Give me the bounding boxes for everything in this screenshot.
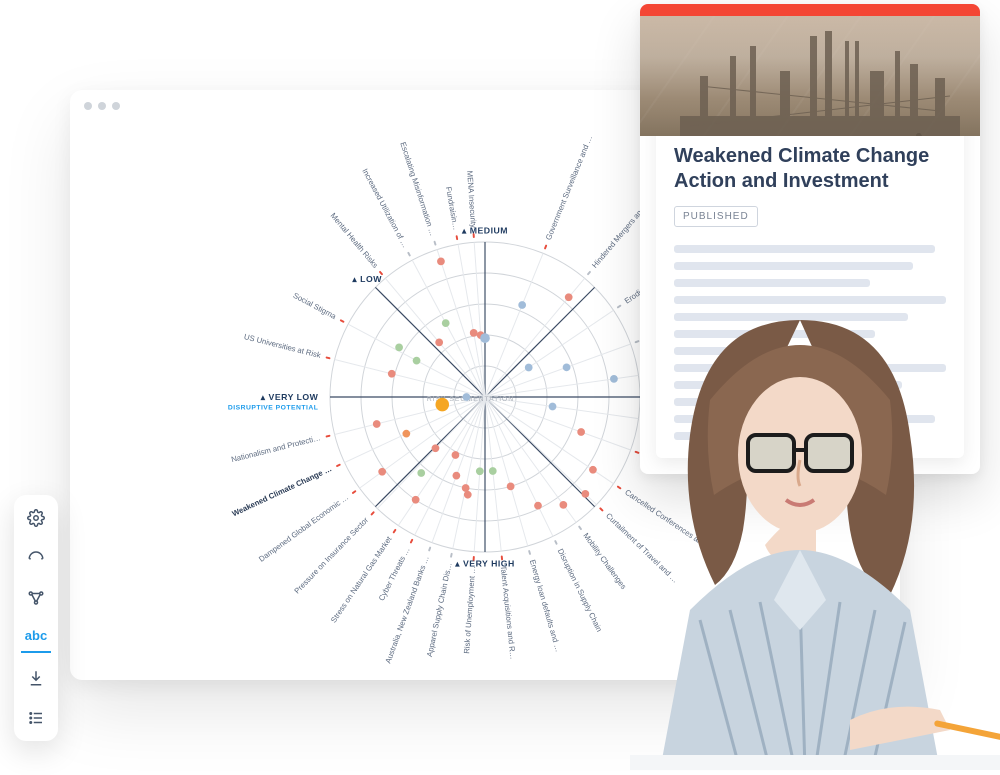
skeleton-line <box>674 415 935 423</box>
risk-rim-label[interactable]: Increased Utilization of … <box>360 167 409 249</box>
risk-dot[interactable] <box>463 393 471 401</box>
gauge-button[interactable] <box>21 543 51 573</box>
risk-dot[interactable] <box>476 467 484 475</box>
risk-dot[interactable] <box>525 363 533 371</box>
risk-dot[interactable] <box>452 472 460 480</box>
network-icon <box>27 589 45 607</box>
risk-dot[interactable] <box>395 343 403 351</box>
risk-rim-label[interactable]: Risk of Unemployment … <box>462 566 477 654</box>
risk-dot[interactable] <box>388 370 396 378</box>
download-button[interactable] <box>21 663 51 693</box>
card-accent-bar <box>640 4 980 16</box>
risk-dot[interactable] <box>462 484 470 492</box>
axis-label: ▴ VERY LOW <box>260 392 319 402</box>
card-body: RISK Weakened Climate Change Action and … <box>656 102 964 458</box>
risk-dot[interactable] <box>480 333 490 343</box>
risk-dot[interactable] <box>610 375 618 383</box>
risk-dot[interactable] <box>565 293 573 301</box>
speed-icon <box>27 549 45 567</box>
risk-dot[interactable] <box>559 501 567 509</box>
risk-rim-label[interactable]: Nationalism and Protecti… <box>230 433 321 464</box>
risk-rim-label[interactable]: Apparel Supply Chain Dis… <box>425 562 454 658</box>
risk-dot[interactable] <box>452 451 460 459</box>
risk-rim-label[interactable]: Energy loan defaults and … <box>528 558 563 652</box>
skeleton-line <box>674 398 864 406</box>
traffic-light-dot <box>112 102 120 110</box>
list-icon <box>27 709 45 727</box>
skeleton-line <box>674 279 870 287</box>
risk-rim-label[interactable]: MENA Insecurity <box>465 170 478 228</box>
risk-dot[interactable] <box>417 469 425 477</box>
risk-rim-label[interactable]: Mobility Challenges <box>581 531 628 591</box>
traffic-light-dot <box>98 102 106 110</box>
risk-rim-label[interactable]: US Universities at Risk <box>243 332 322 360</box>
download-icon <box>27 669 45 687</box>
axis-sublabel: DISRUPTIVE POTENTIAL <box>228 404 319 411</box>
risk-rim-label[interactable]: Mental Health Risks <box>329 211 380 270</box>
risk-dot[interactable] <box>577 428 585 436</box>
skeleton-line <box>674 262 913 270</box>
risk-dot[interactable] <box>435 398 449 412</box>
risk-rim-label[interactable]: Talent Acquisitions and R… <box>499 565 518 660</box>
risk-dot[interactable] <box>413 357 421 365</box>
status-badge: PUBLISHED <box>674 206 758 227</box>
risk-rim-label[interactable]: Social Stigma <box>292 291 339 322</box>
window-traffic-lights <box>84 102 120 110</box>
labels-button[interactable]: abc <box>21 623 51 653</box>
risk-card-title: Weakened Climate Change Action and Inves… <box>674 144 946 194</box>
settings-button[interactable] <box>21 503 51 533</box>
risk-rim-label[interactable]: Government Surveillance and … <box>544 134 594 241</box>
risk-dot[interactable] <box>507 482 515 490</box>
risk-dot[interactable] <box>435 338 443 346</box>
risk-dot[interactable] <box>378 468 386 476</box>
risk-rim-label[interactable]: Escalating Misinformation … <box>398 141 437 237</box>
skeleton-line <box>674 364 946 372</box>
risk-dot[interactable] <box>402 430 410 438</box>
skeleton-line <box>674 347 837 355</box>
skeleton-line <box>674 245 935 253</box>
risk-rim-label[interactable]: Fundraisin… <box>444 186 460 231</box>
network-button[interactable] <box>21 583 51 613</box>
risk-dot[interactable] <box>412 496 420 504</box>
risk-dot[interactable] <box>464 491 472 499</box>
skeleton-line <box>674 313 908 321</box>
axis-label: ▴ LOW <box>351 274 382 284</box>
risk-dot[interactable] <box>589 466 597 474</box>
risk-dot[interactable] <box>373 420 381 428</box>
risk-dot[interactable] <box>489 467 497 475</box>
risk-dot[interactable] <box>581 490 589 498</box>
risk-dot[interactable] <box>470 329 478 337</box>
card-hero-image <box>640 16 980 136</box>
risk-dot[interactable] <box>442 319 450 327</box>
skeleton-line <box>674 381 902 389</box>
risk-dot[interactable] <box>437 257 445 265</box>
risk-dot[interactable] <box>534 502 542 510</box>
skeleton-line <box>674 296 946 304</box>
risk-dot[interactable] <box>563 363 571 371</box>
risk-dot[interactable] <box>432 444 440 452</box>
list-button[interactable] <box>21 703 51 733</box>
skeleton-line <box>674 330 875 338</box>
card-skeleton <box>674 245 946 440</box>
risk-detail-card[interactable]: RISK Weakened Climate Change Action and … <box>640 4 980 474</box>
axis-label: ▴ MEDIUM <box>461 225 508 235</box>
risk-dot[interactable] <box>518 301 526 309</box>
risk-rim-label[interactable]: Weakened Climate Change … <box>231 464 333 518</box>
skeleton-line <box>674 432 805 440</box>
risk-dot[interactable] <box>549 402 557 410</box>
gear-icon <box>27 509 45 527</box>
risk-rim-label[interactable]: Disruption in Supply Chain <box>556 547 604 633</box>
chart-toolbar: abc <box>14 495 58 741</box>
abc-icon: abc <box>25 628 47 643</box>
traffic-light-dot <box>84 102 92 110</box>
